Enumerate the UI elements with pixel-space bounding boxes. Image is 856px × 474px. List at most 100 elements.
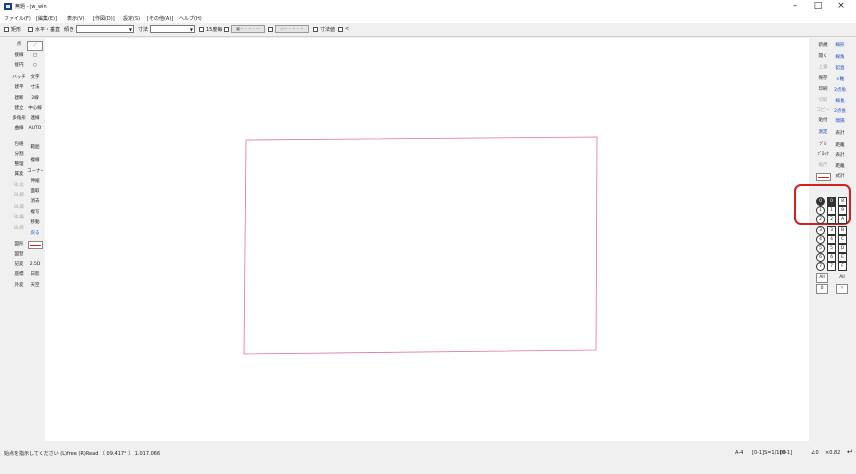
mode2-checkbox[interactable] — [268, 27, 273, 32]
layer-group-6[interactable]: 6 — [816, 253, 825, 262]
tilt-select[interactable]: ▼ — [76, 25, 134, 33]
tool-elevation[interactable]: 建立 — [11, 104, 27, 114]
tool-double-line[interactable]: 2線 — [27, 94, 43, 104]
layer-e[interactable]: E — [838, 253, 847, 262]
tool-hatch[interactable]: ハッチ — [11, 73, 27, 83]
horiz-vert-checkbox[interactable] — [28, 27, 33, 32]
tool-center-line[interactable]: 中心線 — [27, 104, 43, 114]
drawing-canvas[interactable] — [45, 38, 809, 441]
drawn-rectangle[interactable] — [243, 136, 598, 355]
tool-save[interactable]: 保存 — [815, 74, 831, 84]
close-button[interactable]: × — [830, 0, 852, 13]
tool-auto[interactable]: AUTO — [27, 124, 43, 134]
tool-table-calc-2[interactable]: 表計 — [832, 151, 848, 161]
dim-value-checkbox[interactable] — [313, 27, 318, 32]
tool-attr-change[interactable]: 属変 — [11, 170, 27, 180]
layer-group-2[interactable]: 2 — [816, 215, 825, 224]
tool-envelope[interactable]: 包絡 — [11, 140, 27, 150]
tool-bl-make[interactable]: BL化 — [11, 181, 27, 191]
layer-8[interactable]: 8 — [838, 197, 847, 206]
tool-connect[interactable]: 連線 — [27, 114, 43, 124]
mode2-button[interactable]: ◇ー・ー・ー — [275, 25, 309, 33]
paper-size[interactable]: A-4 — [735, 450, 743, 456]
tool-cut[interactable]: 切取 — [815, 96, 831, 106]
dim-select[interactable]: ▼ — [150, 25, 195, 33]
layer-a[interactable]: A — [838, 215, 847, 224]
tool-overwrite[interactable]: 上書 — [815, 63, 831, 73]
mode1-checkbox[interactable] — [224, 27, 229, 32]
tool-line-type[interactable]: 線形 — [832, 41, 848, 51]
tool-arrange[interactable]: 整理 — [11, 160, 27, 170]
tool-paste[interactable]: 貼付 — [815, 116, 831, 126]
menu-view[interactable]: 表示(V) — [67, 15, 84, 22]
tool-corner[interactable]: コーナー — [27, 167, 43, 177]
tool-2-5d[interactable]: 2.5D — [27, 260, 43, 270]
tool-move[interactable]: 移動 — [27, 218, 43, 228]
menu-file[interactable]: ファイル(F) — [4, 15, 31, 22]
layer-group-7[interactable]: 7 — [816, 262, 825, 271]
layer-0[interactable]: 0 — [827, 197, 836, 206]
tool-rect[interactable]: □ — [27, 51, 43, 61]
tool-section[interactable]: 建断 — [11, 94, 27, 104]
layer-clear-button[interactable]: ✕ — [836, 284, 848, 294]
layer-6[interactable]: 6 — [827, 253, 836, 262]
tool-coordinate[interactable]: 座標 — [11, 270, 27, 280]
tool-range[interactable]: 範囲 — [27, 143, 43, 153]
layer-c[interactable]: C — [838, 235, 847, 244]
tool-measure[interactable]: 測定 — [815, 128, 831, 138]
layer-f[interactable]: F — [838, 262, 847, 271]
tool-line[interactable]: ／ — [27, 41, 43, 51]
layer-display[interactable]: [0-1] — [780, 450, 792, 456]
tool-point[interactable]: 点 — [11, 40, 27, 50]
tool-tangent-circle[interactable]: 接円 — [11, 61, 27, 71]
zoom-display[interactable]: ×0.82 — [825, 450, 840, 456]
tool-symbol-change[interactable]: 記変 — [11, 260, 27, 270]
layer-group-5[interactable]: 5 — [816, 244, 825, 253]
tool-copy-line[interactable]: 複線 — [27, 156, 43, 166]
angle-display[interactable]: ∠0 — [811, 450, 819, 456]
tool-formula-calc[interactable]: 式計 — [832, 172, 848, 182]
line-type-swatch[interactable] — [28, 241, 43, 249]
tool-table-calc[interactable]: 表計 — [832, 129, 848, 139]
tool-erase[interactable]: 消去 — [27, 197, 43, 207]
layer-group-3[interactable]: 3 — [816, 226, 825, 235]
tool-two-point-length[interactable]: 2点長 — [832, 107, 848, 117]
mode1-button[interactable]: ■ー・ー・ー — [231, 25, 265, 33]
layer-5[interactable]: 5 — [827, 244, 836, 253]
layer-group-1[interactable]: 1 — [816, 206, 825, 215]
tool-figure[interactable]: 図形 — [11, 240, 27, 250]
tool-new[interactable]: 新規 — [815, 41, 831, 51]
tool-polygon[interactable]: 多角形 — [11, 114, 27, 124]
tool-block[interactable]: ﾌﾞﾛｯｸ — [815, 150, 831, 160]
layer-3[interactable]: 3 — [827, 226, 836, 235]
tool-scale[interactable]: 縮尺 — [815, 161, 831, 171]
tool-shadow[interactable]: 日影 — [27, 270, 43, 280]
layer-2[interactable]: 2 — [827, 215, 836, 224]
minimize-button[interactable]: – — [784, 0, 806, 13]
tool-bl-edit[interactable]: BL編 — [11, 213, 27, 223]
layer-group-all-button[interactable]: All — [816, 273, 828, 283]
color-swatch[interactable] — [816, 173, 831, 181]
tool-plan[interactable]: 建平 — [11, 83, 27, 93]
tool-undo[interactable]: 戻る — [27, 229, 43, 239]
menu-settings[interactable]: 設定(S) — [123, 15, 140, 22]
tool-sky[interactable]: 天空 — [27, 281, 43, 291]
arrow-checkbox[interactable] — [338, 27, 343, 32]
tool-distance-2[interactable]: 距離 — [832, 162, 848, 172]
layer-zero-button[interactable]: 0 — [816, 284, 828, 294]
tool-zoom[interactable]: ﾂﾞﾙ — [815, 140, 831, 150]
angle-checkbox[interactable] — [199, 27, 204, 32]
layer-all-button[interactable]: All — [836, 273, 848, 283]
menu-draw[interactable]: [作図(D)] — [93, 15, 115, 22]
tool-external[interactable]: 外変 — [11, 281, 27, 291]
tool-two-point-angle[interactable]: 2点角 — [832, 86, 848, 96]
menu-edit[interactable]: [編集(E)] — [36, 15, 57, 22]
tool-line-angle[interactable]: 線角 — [832, 53, 848, 63]
tool-divide[interactable]: 分割 — [11, 150, 27, 160]
layer-1[interactable]: 1 — [827, 206, 836, 215]
tool-chamfer[interactable]: 面取 — [27, 187, 43, 197]
maximize-button[interactable]: □ — [807, 0, 829, 13]
menu-help[interactable]: ヘルプ(H) — [179, 15, 202, 22]
tool-distance[interactable]: 距離 — [832, 141, 848, 151]
tool-vertical[interactable]: 鉛直 — [832, 64, 848, 74]
